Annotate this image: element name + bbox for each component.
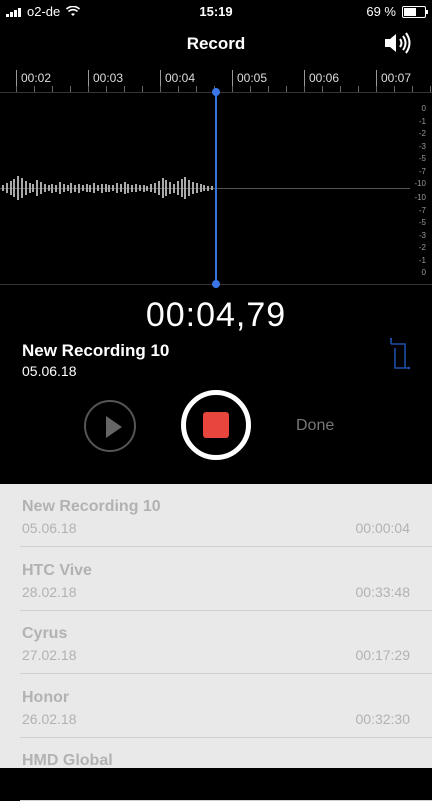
recording-title: HMD Global bbox=[22, 752, 113, 769]
recording-date: 05.06.18 bbox=[22, 363, 77, 379]
db-label: -10 bbox=[414, 179, 426, 188]
recording-title: Cyrus bbox=[22, 625, 68, 642]
recording-row-date: 27.02.18 bbox=[22, 647, 77, 663]
recording-duration: 00:17:29 bbox=[355, 647, 411, 663]
timeline-tick: 00:04 bbox=[160, 70, 195, 86]
timeline-tick: 00:05 bbox=[232, 70, 267, 86]
db-label: 0 bbox=[421, 104, 426, 113]
timeline-tick: 00:03 bbox=[88, 70, 123, 86]
recording-row[interactable]: HMD Global bbox=[0, 738, 432, 801]
recording-duration: 00:33:48 bbox=[355, 583, 411, 600]
page-title: Record bbox=[186, 34, 246, 53]
timeline-tick: 00:02 bbox=[16, 70, 51, 86]
db-label: -10 bbox=[414, 193, 426, 202]
recording-duration: 00:00:04 bbox=[355, 520, 411, 536]
db-label: -2 bbox=[418, 243, 426, 252]
recording-name[interactable]: New Recording 10 bbox=[22, 341, 169, 361]
playhead[interactable] bbox=[212, 88, 220, 288]
db-label: -5 bbox=[418, 154, 426, 163]
play-button[interactable] bbox=[84, 400, 136, 452]
db-label: -7 bbox=[418, 205, 426, 215]
db-label: -3 bbox=[418, 141, 426, 151]
db-label: -2 bbox=[418, 129, 426, 138]
recording-row-date: 28.02.18 bbox=[22, 583, 77, 600]
db-label: -7 bbox=[418, 166, 426, 176]
stop-icon bbox=[203, 412, 229, 438]
recordings-list[interactable]: New Recording 10 05.06.18 00:00:04 HTC Vive… bbox=[0, 484, 432, 801]
recording-row[interactable]: HTC Vive 28.02.18 00:33:48 bbox=[0, 548, 432, 611]
recording-row[interactable]: Honor 26.02.18 00:32:30 bbox=[0, 675, 432, 738]
trim-icon[interactable] bbox=[390, 338, 410, 374]
timeline-tick: 00:07 bbox=[376, 70, 411, 86]
recording-row-date: 05.06.18 bbox=[22, 520, 77, 536]
speaker-icon[interactable] bbox=[382, 30, 412, 56]
recording-row-date: 26.02.18 bbox=[22, 710, 77, 727]
recording-duration: 00:32:30 bbox=[355, 710, 411, 727]
battery-icon bbox=[402, 5, 428, 18]
play-icon bbox=[106, 416, 122, 438]
status-bar: o2-de 15:19 69 % bbox=[0, 0, 432, 24]
db-label: 0 bbox=[421, 268, 426, 277]
db-label: -1 bbox=[418, 255, 426, 265]
recording-row[interactable]: Cyrus 27.02.18 00:17:29 bbox=[0, 611, 432, 674]
db-label: -5 bbox=[418, 218, 426, 227]
db-label: -1 bbox=[418, 116, 426, 126]
done-button[interactable]: Done bbox=[296, 417, 334, 435]
battery-percent: 69 % bbox=[366, 4, 396, 19]
recording-title: New Recording 10 bbox=[22, 498, 161, 515]
record-stop-button[interactable] bbox=[181, 390, 251, 460]
db-label: -3 bbox=[418, 230, 426, 240]
recording-timer: 00:04,79 bbox=[145, 296, 287, 334]
recording-title: HTC Vive bbox=[22, 561, 92, 579]
recording-row[interactable]: New Recording 10 05.06.18 00:00:04 bbox=[0, 484, 432, 547]
timeline-tick: 00:06 bbox=[304, 70, 339, 86]
recording-title: Honor bbox=[22, 688, 70, 706]
